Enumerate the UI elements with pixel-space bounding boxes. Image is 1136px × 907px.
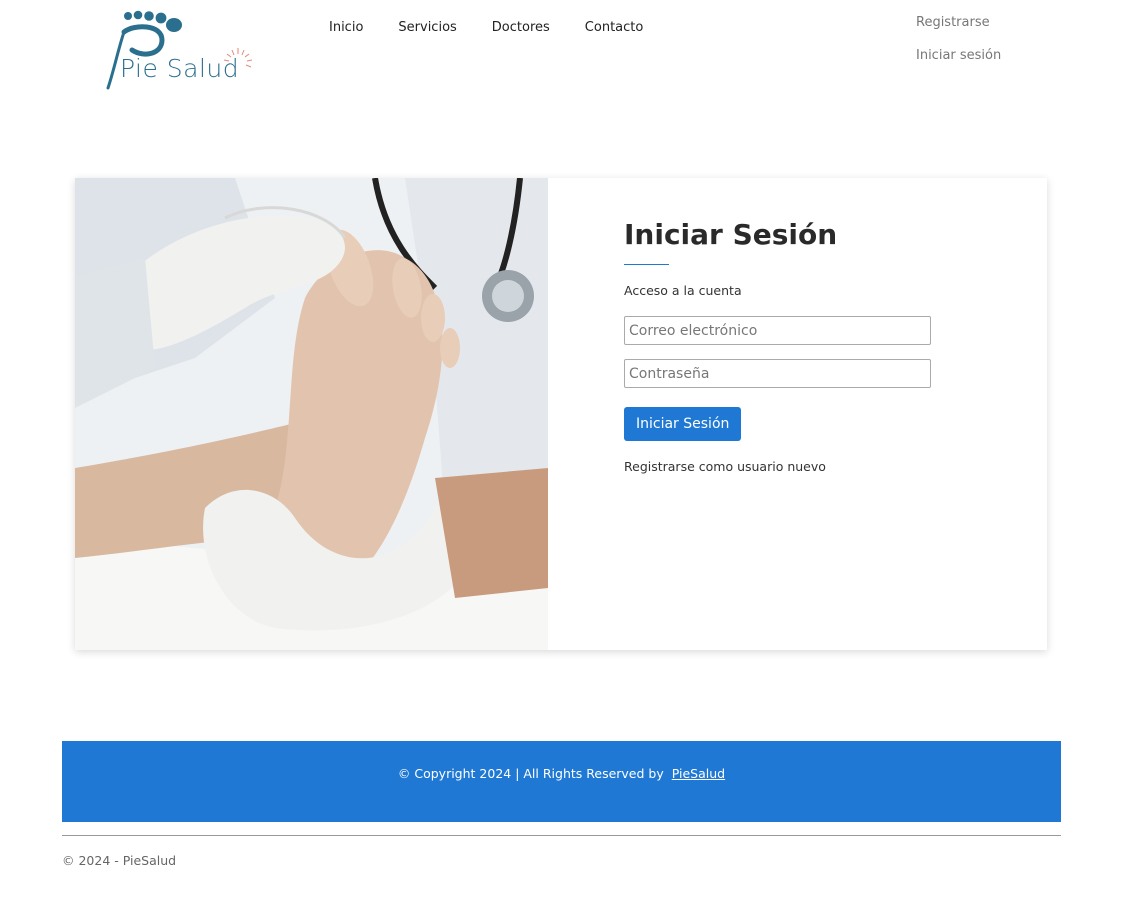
login-link[interactable]: Iniciar sesión (916, 47, 1001, 65)
brand-logo[interactable]: Pie Salud (104, 10, 254, 90)
bottom-copyright: © 2024 - PieSalud (62, 853, 177, 868)
login-form: Iniciar Sesión Acceso a la cuenta Inicia… (624, 214, 934, 474)
nav-item-contacto[interactable]: Contacto (585, 19, 644, 37)
login-form-area: Iniciar Sesión Acceso a la cuenta Inicia… (548, 178, 1047, 650)
main-nav: Inicio Servicios Doctores Contacto (329, 19, 678, 37)
register-link[interactable]: Registrarse (916, 14, 1001, 32)
page: Pie Salud Inicio Servicios Doctores Cont… (0, 0, 1136, 907)
footer-divider (62, 835, 1061, 836)
logo-text: Pie Salud (120, 54, 240, 83)
auth-links: Registrarse Iniciar sesión (916, 14, 1001, 80)
title-underline (624, 264, 669, 265)
login-card: Iniciar Sesión Acceso a la cuenta Inicia… (75, 178, 1047, 650)
login-submit-button[interactable]: Iniciar Sesión (624, 407, 742, 441)
copyright-text: © Copyright 2024 | All Rights Reserved b… (397, 766, 664, 781)
nav-item-servicios[interactable]: Servicios (398, 19, 456, 37)
login-title: Iniciar Sesión (624, 218, 838, 251)
password-field[interactable] (624, 359, 931, 388)
register-new-user-link[interactable]: Registrarse como usuario nuevo (624, 459, 934, 474)
nav-item-inicio[interactable]: Inicio (329, 19, 363, 37)
nav-item-doctores[interactable]: Doctores (492, 19, 550, 37)
footer-copyright: © Copyright 2024 | All Rights Reserved b… (62, 766, 1061, 781)
email-field[interactable] (624, 316, 931, 345)
podiatrist-photo (75, 178, 548, 650)
foot-exam-image (75, 178, 548, 650)
footer-brand-link[interactable]: PieSalud (672, 766, 725, 781)
login-subtitle: Acceso a la cuenta (624, 283, 742, 298)
footer-bar: © Copyright 2024 | All Rights Reserved b… (62, 741, 1061, 822)
